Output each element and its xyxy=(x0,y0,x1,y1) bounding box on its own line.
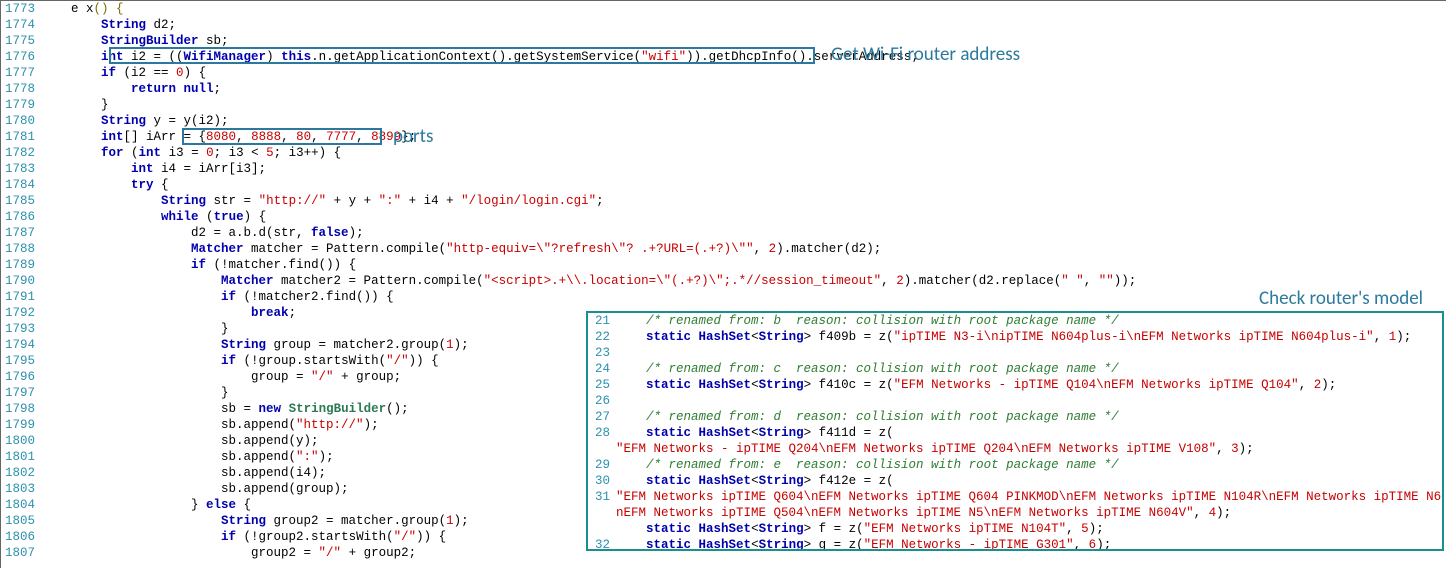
line-number: 1785 xyxy=(1,193,41,209)
line-number: 23 xyxy=(588,345,616,361)
line-number: 1775 xyxy=(1,33,41,49)
code-line: static HashSet<String> f411d = z( xyxy=(616,425,1444,441)
line-number: 30 xyxy=(588,473,616,489)
line-number: 1776 xyxy=(1,49,41,65)
code-line: "EFM Networks - ipTIME Q204\nEFM Network… xyxy=(616,441,1444,457)
line-number: 1781 xyxy=(1,129,41,145)
line-number: 26 xyxy=(588,393,616,409)
code-line: while (true) { xyxy=(41,209,1446,225)
line-number xyxy=(588,441,616,457)
wifi-annotation: Get Wi-Fi router address xyxy=(831,43,1020,66)
line-number: 1773 xyxy=(1,1,41,17)
line-number: 1804 xyxy=(1,497,41,513)
router-model-annotation: Check router's model xyxy=(1259,287,1423,310)
line-number: 29 xyxy=(588,457,616,473)
line-number: 21 xyxy=(588,313,616,329)
code-line: if (!matcher.find()) { xyxy=(41,257,1446,273)
ports-annotation: ports xyxy=(393,125,433,148)
line-number: 1784 xyxy=(1,177,41,193)
line-number: 1798 xyxy=(1,401,41,417)
line-number: 1799 xyxy=(1,417,41,433)
code-line: } xyxy=(41,97,1446,113)
code-line: d2 = a.b.d(str, false); xyxy=(41,225,1446,241)
line-number: 1795 xyxy=(1,353,41,369)
line-number: 1796 xyxy=(1,369,41,385)
line-number: 1793 xyxy=(1,321,41,337)
line-number: 1787 xyxy=(1,225,41,241)
line-number xyxy=(588,521,616,537)
code-line: return null; xyxy=(41,81,1446,97)
code-line: if (i2 == 0) { xyxy=(41,65,1446,81)
code-line xyxy=(616,345,1444,361)
code-line: for (int i3 = 0; i3 < 5; i3++) { xyxy=(41,145,1446,161)
line-number: 1790 xyxy=(1,273,41,289)
line-number: 1786 xyxy=(1,209,41,225)
line-number: 1783 xyxy=(1,161,41,177)
code-line: String str = "http://" + y + ":" + i4 + … xyxy=(41,193,1446,209)
ports-highlight-box xyxy=(182,128,382,145)
code-line xyxy=(616,393,1444,409)
code-line: /* renamed from: d reason: collision wit… xyxy=(616,409,1444,425)
line-number: 1778 xyxy=(1,81,41,97)
line-number: 22 xyxy=(588,329,616,345)
code-line: static HashSet<String> f = z("EFM Networ… xyxy=(616,521,1444,537)
code-line: /* renamed from: b reason: collision wit… xyxy=(616,313,1444,329)
code-line: static HashSet<String> f410c = z("EFM Ne… xyxy=(616,377,1444,393)
line-number: 1807 xyxy=(1,545,41,561)
code-line: if (!matcher2.find()) { xyxy=(41,289,1446,305)
code-line: /* renamed from: c reason: collision wit… xyxy=(616,361,1444,377)
line-number: 1801 xyxy=(1,449,41,465)
line-number: 1806 xyxy=(1,529,41,545)
line-number: 1792 xyxy=(1,305,41,321)
line-number: 1797 xyxy=(1,385,41,401)
line-number: 1791 xyxy=(1,289,41,305)
line-number: 27 xyxy=(588,409,616,425)
code-line: static HashSet<String> g = z("EFM Networ… xyxy=(616,537,1444,551)
wifi-highlight-box xyxy=(109,47,815,64)
code-line: static HashSet<String> f412e = z( xyxy=(616,473,1444,489)
code-line: e x() { xyxy=(41,1,1446,17)
code-line: int i4 = iArr[i3]; xyxy=(41,161,1446,177)
code-line: String d2; xyxy=(41,17,1446,33)
code-line: nEFM Networks ipTIME Q504\nEFM Networks … xyxy=(616,505,1444,521)
line-number: 31 xyxy=(588,489,616,505)
line-number: 32 xyxy=(588,537,616,551)
code-line: /* renamed from: e reason: collision wit… xyxy=(616,457,1444,473)
code-line: Matcher matcher = Pattern.compile("http-… xyxy=(41,241,1446,257)
line-number: 1794 xyxy=(1,337,41,353)
line-number: 1774 xyxy=(1,17,41,33)
line-number: 1800 xyxy=(1,433,41,449)
code-line: "EFM Networks ipTIME Q604\nEFM Networks … xyxy=(616,489,1444,505)
line-number: 28 xyxy=(588,425,616,441)
code-line: try { xyxy=(41,177,1446,193)
line-number: 1782 xyxy=(1,145,41,161)
line-number: 1803 xyxy=(1,481,41,497)
line-number: 1788 xyxy=(1,241,41,257)
line-number: 1779 xyxy=(1,97,41,113)
line-number: 1780 xyxy=(1,113,41,129)
line-number: 1789 xyxy=(1,257,41,273)
right-code-pane: 21 /* renamed from: b reason: collision … xyxy=(586,311,1444,551)
line-number xyxy=(588,505,616,521)
code-line: static HashSet<String> f409b = z("ipTIME… xyxy=(616,329,1444,345)
line-number: 1777 xyxy=(1,65,41,81)
line-number: 24 xyxy=(588,361,616,377)
line-number: 1805 xyxy=(1,513,41,529)
code-line: Matcher matcher2 = Pattern.compile("<scr… xyxy=(41,273,1446,289)
line-number: 1802 xyxy=(1,465,41,481)
code-line: String y = y(i2); xyxy=(41,113,1446,129)
line-number: 25 xyxy=(588,377,616,393)
